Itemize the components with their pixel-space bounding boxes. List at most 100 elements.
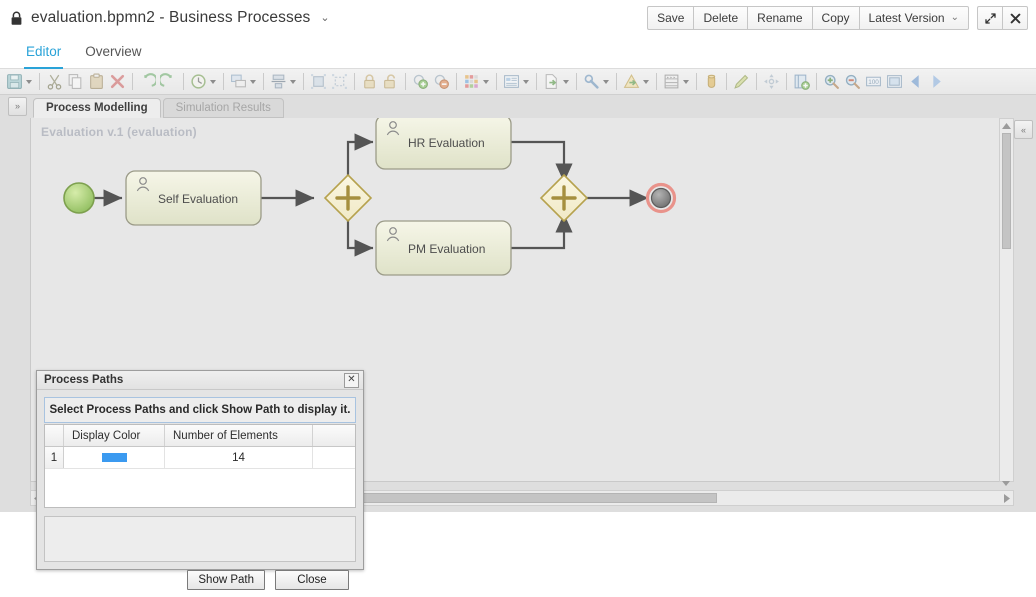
toolbar-separator xyxy=(496,73,497,90)
right-rail: « xyxy=(1014,118,1036,512)
move-toolbar-button[interactable] xyxy=(761,71,782,93)
redo-toolbar-button[interactable] xyxy=(158,71,179,93)
process-paths-table[interactable]: Display Color Number of Elements 1 14 xyxy=(44,424,356,508)
color-swatch[interactable] xyxy=(101,453,127,462)
tab-simulation-results[interactable]: Simulation Results xyxy=(162,98,284,118)
paste-icon xyxy=(90,73,103,89)
properties-toolbar-button[interactable] xyxy=(501,71,532,93)
arrange-toolbar-button[interactable] xyxy=(228,71,259,93)
remove-attachment-icon xyxy=(434,74,449,89)
align-toolbar-button[interactable] xyxy=(268,71,299,93)
next-page-toolbar-button[interactable] xyxy=(926,71,947,93)
tab-editor[interactable]: Editor xyxy=(14,44,73,69)
unlock-toolbar-button[interactable] xyxy=(380,71,401,93)
copy-button[interactable]: Copy xyxy=(811,6,859,30)
save-toolbar-button[interactable] xyxy=(4,71,35,93)
history-toolbar-button[interactable] xyxy=(188,71,219,93)
save-button[interactable]: Save xyxy=(647,6,694,30)
row-element-count: 14 xyxy=(165,447,313,468)
delete-button[interactable]: Delete xyxy=(693,6,748,30)
edit-toolbar-button[interactable] xyxy=(731,71,752,93)
chevron-down-icon[interactable] xyxy=(26,79,32,84)
toolbar-separator xyxy=(696,73,697,90)
chevron-down-icon[interactable] xyxy=(643,79,649,84)
toolbar-separator xyxy=(263,73,264,90)
column-header-elements[interactable]: Number of Elements xyxy=(165,425,313,446)
delete-toolbar-button[interactable] xyxy=(107,71,128,93)
table-row[interactable]: 1 14 xyxy=(45,447,355,469)
chevron-down-icon[interactable] xyxy=(683,79,689,84)
column-header-index[interactable] xyxy=(45,425,64,446)
copy-toolbar-button[interactable] xyxy=(65,71,86,93)
validate-toolbar-button[interactable] xyxy=(621,71,652,93)
row-color-cell[interactable] xyxy=(64,447,165,468)
toolbar-separator xyxy=(132,73,133,90)
lock-toolbar-button[interactable] xyxy=(359,71,380,93)
vertical-scroll-thumb[interactable] xyxy=(1002,133,1011,249)
ungroup-toolbar-button[interactable] xyxy=(329,71,350,93)
tab-overview[interactable]: Overview xyxy=(73,44,153,68)
previous-page-toolbar-button[interactable] xyxy=(905,71,926,93)
add-attachment-toolbar-button[interactable] xyxy=(410,71,431,93)
move-icon xyxy=(764,74,779,89)
close-icon xyxy=(1010,13,1020,23)
zoom-out-toolbar-button[interactable] xyxy=(842,71,863,93)
expand-panel-button[interactable]: » xyxy=(8,97,27,116)
palette-toolbar-button[interactable] xyxy=(461,71,492,93)
chevron-down-icon[interactable] xyxy=(603,79,609,84)
close-button[interactable] xyxy=(1002,6,1028,30)
cut-toolbar-button[interactable] xyxy=(44,71,65,93)
add-page-toolbar-button[interactable] xyxy=(791,71,812,93)
chevron-down-icon[interactable] xyxy=(250,79,256,84)
version-dropdown[interactable]: Latest Version ⌄ xyxy=(858,6,969,30)
chevron-down-icon[interactable]: ⌄ xyxy=(320,12,329,24)
chevron-down-icon[interactable] xyxy=(563,79,569,84)
scroll-right-icon[interactable] xyxy=(1001,491,1013,505)
paste-toolbar-button[interactable] xyxy=(86,71,107,93)
table-header-row: Display Color Number of Elements xyxy=(45,425,355,447)
toolbar-separator xyxy=(303,73,304,90)
chevron-down-icon[interactable] xyxy=(210,79,216,84)
properties-icon xyxy=(504,75,519,88)
simulate-toolbar-button[interactable] xyxy=(661,71,692,93)
group-toolbar-button[interactable] xyxy=(308,71,329,93)
maximize-button[interactable] xyxy=(977,6,1002,30)
chevron-down-icon[interactable] xyxy=(483,79,489,84)
close-dialog-button[interactable]: Close xyxy=(275,570,349,590)
zoom-100-toolbar-button[interactable]: 100 xyxy=(863,71,884,93)
configure-toolbar-button[interactable] xyxy=(581,71,612,93)
gateway-join[interactable] xyxy=(539,173,589,223)
dialog-title: Process Paths xyxy=(44,374,124,386)
toolbar-separator xyxy=(656,73,657,90)
undo-toolbar-button[interactable] xyxy=(137,71,158,93)
toolbar-separator xyxy=(536,73,537,90)
ungroup-icon xyxy=(332,74,347,89)
end-event[interactable] xyxy=(645,182,677,214)
fit-page-toolbar-button[interactable] xyxy=(884,71,905,93)
scroll-up-icon[interactable] xyxy=(1000,121,1013,131)
task-hr-evaluation[interactable]: HR Evaluation xyxy=(375,118,512,170)
collapse-panel-button[interactable]: « xyxy=(1014,120,1033,139)
close-icon[interactable]: ✕ xyxy=(344,372,359,388)
tab-process-modelling[interactable]: Process Modelling xyxy=(33,98,161,118)
chevron-down-icon[interactable] xyxy=(523,79,529,84)
start-event[interactable] xyxy=(63,182,95,214)
task-pm-evaluation[interactable]: PM Evaluation xyxy=(375,220,512,276)
zoom-in-toolbar-button[interactable] xyxy=(821,71,842,93)
column-header-color[interactable]: Display Color xyxy=(64,425,165,446)
configure-icon xyxy=(584,74,599,89)
database-toolbar-button[interactable] xyxy=(701,71,722,93)
column-header-extra[interactable] xyxy=(313,425,355,446)
task-self-evaluation[interactable]: Self Evaluation xyxy=(125,170,262,226)
show-path-button[interactable]: Show Path xyxy=(187,570,265,590)
title-bar-left: evaluation.bpmn2 - Business Processes ⌄ xyxy=(0,9,330,27)
export-toolbar-button[interactable] xyxy=(541,71,572,93)
rename-button[interactable]: Rename xyxy=(747,6,812,30)
application-window: evaluation.bpmn2 - Business Processes ⌄ … xyxy=(0,0,1036,590)
vertical-scrollbar[interactable] xyxy=(999,118,1014,482)
chevron-down-icon[interactable] xyxy=(290,79,296,84)
remove-attachment-toolbar-button[interactable] xyxy=(431,71,452,93)
scroll-down-icon[interactable] xyxy=(1002,481,1010,486)
svg-text:100: 100 xyxy=(868,79,879,86)
gateway-split[interactable] xyxy=(323,173,373,223)
